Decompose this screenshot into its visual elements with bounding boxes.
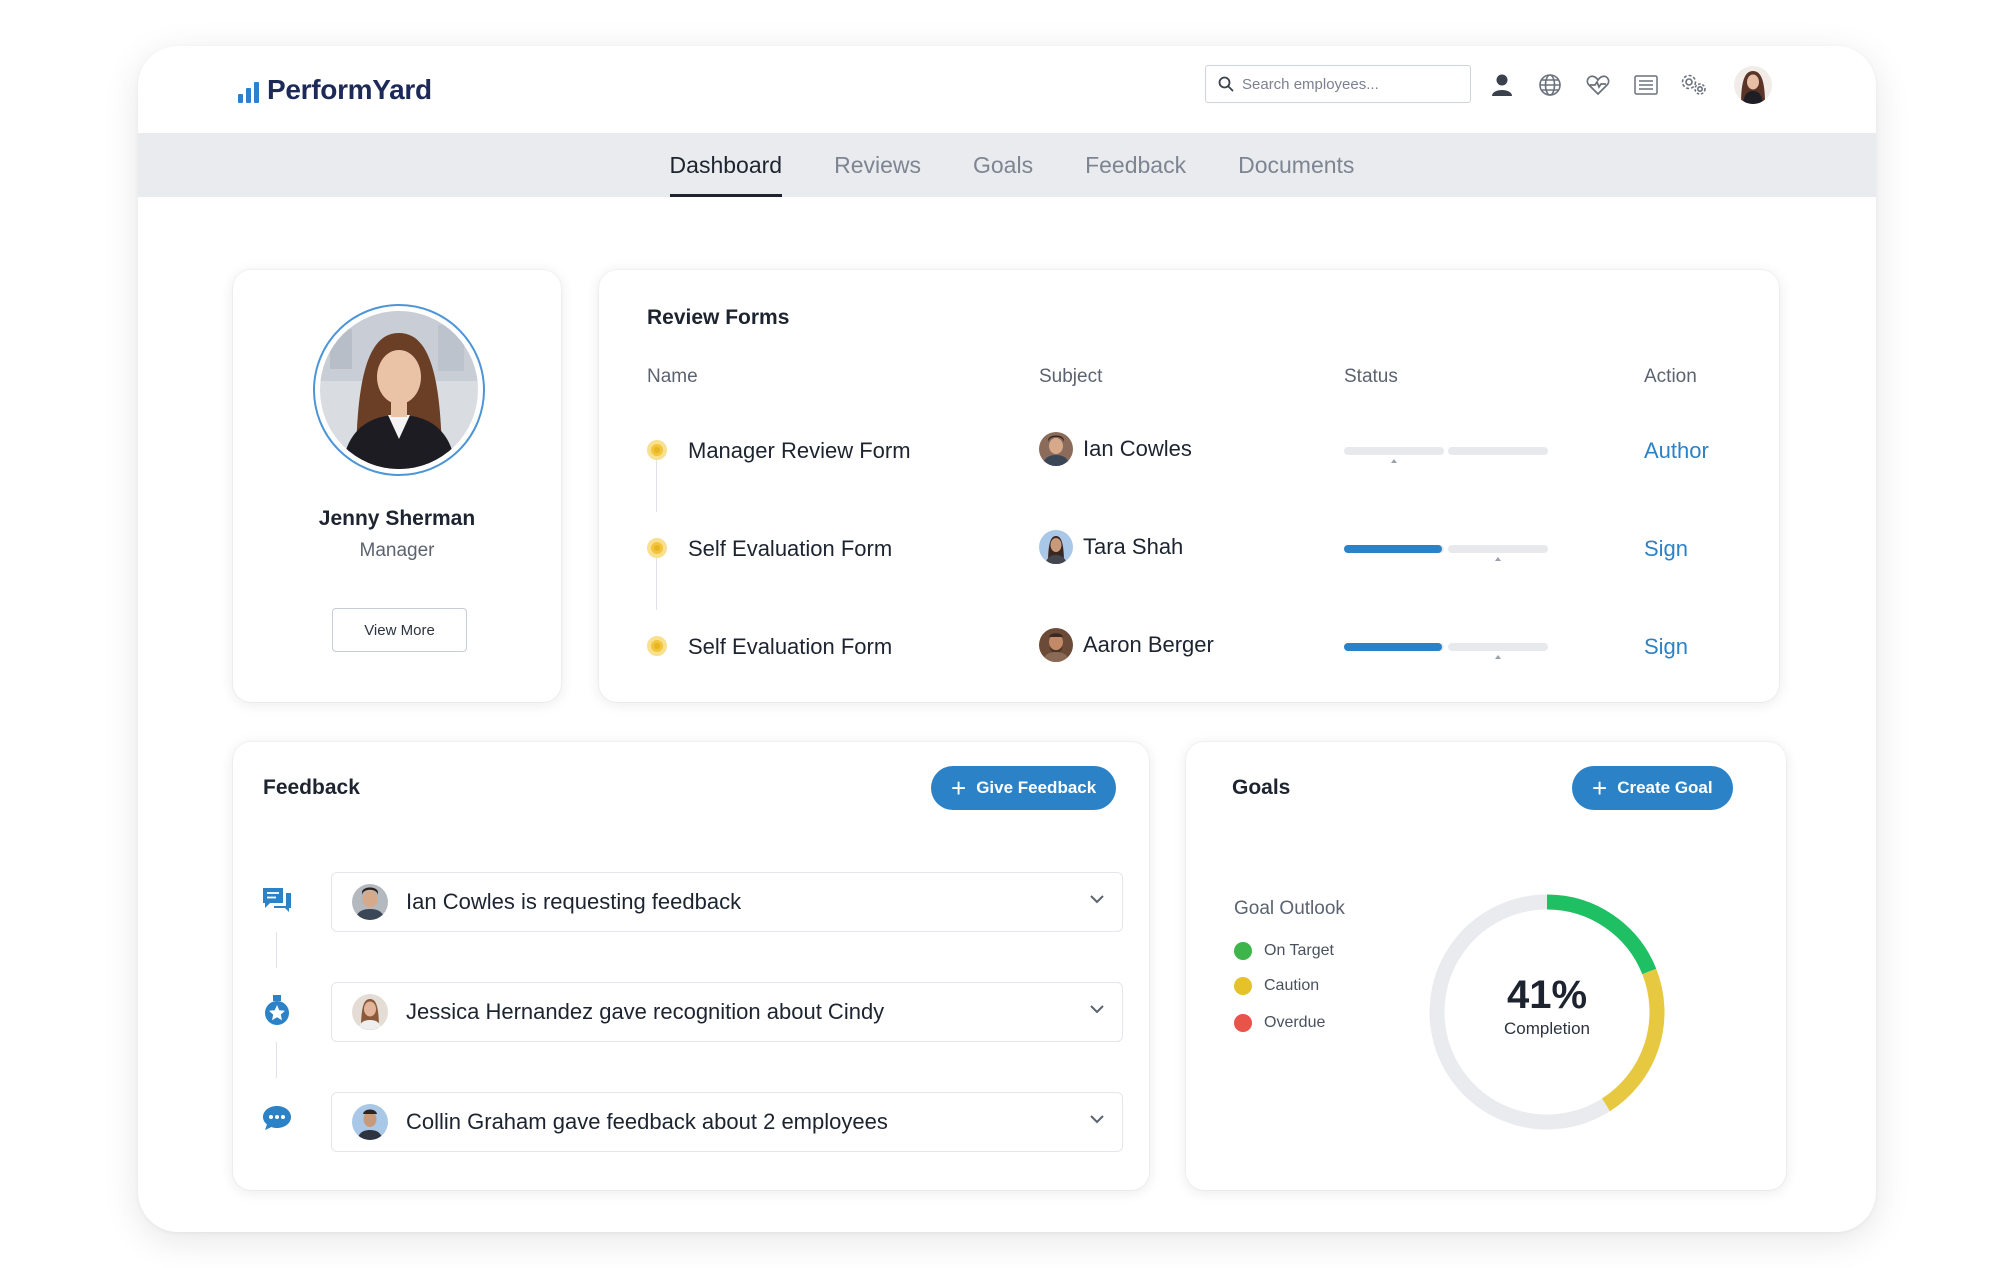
create-goal-label: Create Goal	[1617, 778, 1713, 797]
legend-label: On Target	[1264, 942, 1334, 959]
sign-link[interactable]: Sign	[1644, 536, 1688, 562]
search-icon	[1218, 76, 1234, 92]
sign-link[interactable]: Sign	[1644, 634, 1688, 660]
subject-cell: Aaron Berger	[1039, 628, 1214, 662]
donut-center: 41% Completion	[1422, 973, 1672, 1039]
avatar	[352, 994, 388, 1030]
logo-bars-icon	[238, 77, 259, 103]
feedback-text: Jessica Hernandez gave recognition about…	[406, 999, 885, 1024]
subject-name: Ian Cowles	[1083, 436, 1192, 461]
form-name[interactable]: Manager Review Form	[688, 438, 911, 464]
tab-feedback[interactable]: Feedback	[1059, 133, 1212, 197]
profile-role: Manager	[359, 540, 435, 561]
tab-documents[interactable]: Documents	[1212, 133, 1380, 197]
view-more-button[interactable]: View More	[332, 608, 467, 652]
feedback-text: Ian Cowles is requesting feedback	[406, 889, 742, 914]
goal-outlook-title: Goal Outlook	[1234, 898, 1345, 919]
status-dot-icon	[647, 440, 667, 460]
top-header: PerformYard	[138, 46, 1876, 133]
table-row[interactable]: Self Evaluation Form Aaron Berger Sign	[599, 626, 1779, 666]
feedback-item[interactable]: Ian Cowles is requesting feedback	[331, 872, 1123, 932]
subject-name: Aaron Berger	[1083, 632, 1214, 657]
legend-swatch	[1234, 977, 1252, 995]
review-forms-title: Review Forms	[647, 306, 790, 329]
goals-title: Goals	[1232, 776, 1291, 799]
legend-on-target: On Target	[1234, 942, 1334, 960]
avatar	[352, 1104, 388, 1140]
brand-name: PerformYard	[267, 74, 432, 105]
brand-logo[interactable]: PerformYard	[238, 74, 432, 106]
search-input[interactable]	[1242, 75, 1452, 93]
profile-card: Jenny Sherman Manager View More	[233, 270, 561, 702]
feedback-card: Feedback + Give Feedback Ian Cowles is r…	[233, 742, 1149, 1190]
app-window: PerformYard Search employees... Dashboar…	[138, 46, 1876, 1232]
user-avatar[interactable]	[1734, 66, 1772, 104]
legend-swatch	[1234, 1014, 1252, 1032]
globe-icon[interactable]	[1536, 71, 1564, 99]
feedback-title: Feedback	[263, 776, 360, 799]
column-header-subject: Subject	[1039, 366, 1103, 387]
gears-icon[interactable]	[1680, 71, 1708, 99]
chat-bubbles-icon	[259, 882, 295, 918]
profile-photo	[313, 304, 485, 476]
give-feedback-label: Give Feedback	[976, 778, 1097, 797]
donut-segment-on-target	[1546, 894, 1657, 975]
feedback-text: Collin Graham gave feedback about 2 empl…	[406, 1109, 888, 1134]
column-header-action: Action	[1644, 366, 1697, 387]
create-goal-button[interactable]: + Create Goal	[1572, 766, 1733, 810]
tab-reviews[interactable]: Reviews	[808, 133, 947, 197]
status-dot-icon	[647, 538, 667, 558]
column-header-name: Name	[647, 366, 698, 387]
plus-icon: +	[1592, 773, 1608, 803]
give-feedback-button[interactable]: + Give Feedback	[931, 766, 1117, 810]
table-row[interactable]: Manager Review Form Ian Cowles Author	[599, 430, 1779, 470]
status-progress-bar	[1344, 643, 1548, 659]
feedback-item[interactable]: Collin Graham gave feedback about 2 empl…	[331, 1092, 1123, 1152]
message-dots-icon	[259, 1100, 295, 1136]
completion-percent: 41%	[1506, 973, 1588, 1017]
avatar	[1039, 628, 1073, 662]
main-nav: Dashboard Reviews Goals Feedback Documen…	[138, 133, 1876, 197]
subject-name: Tara Shah	[1083, 534, 1184, 559]
heart-pulse-icon[interactable]	[1584, 71, 1612, 99]
legend-label: Overdue	[1264, 1014, 1326, 1031]
status-dot-icon	[647, 636, 667, 656]
column-header-status: Status	[1344, 366, 1398, 387]
header-icons	[1488, 66, 1772, 104]
legend-overdue: Overdue	[1234, 1014, 1325, 1032]
avatar	[352, 884, 388, 920]
chevron-down-icon[interactable]	[1088, 1003, 1106, 1015]
award-medal-icon	[259, 992, 295, 1028]
goals-card: Goals + Create Goal Goal Outlook On Targ…	[1186, 742, 1786, 1190]
legend-swatch	[1234, 942, 1252, 960]
profile-name: Jenny Sherman	[318, 507, 476, 530]
legend-caution: Caution	[1234, 977, 1319, 995]
review-forms-card: Review Forms Name Subject Status Action …	[599, 270, 1779, 702]
user-icon[interactable]	[1488, 71, 1516, 99]
subject-cell: Ian Cowles	[1039, 432, 1192, 466]
form-name[interactable]: Self Evaluation Form	[688, 634, 892, 660]
avatar	[1039, 432, 1073, 466]
legend-label: Caution	[1264, 977, 1320, 994]
timeline-connector	[276, 1042, 277, 1078]
status-progress-bar	[1344, 545, 1548, 561]
list-icon[interactable]	[1632, 71, 1660, 99]
table-row[interactable]: Self Evaluation Form Tara Shah Sign	[599, 528, 1779, 568]
completion-label: Completion	[1504, 1019, 1590, 1038]
form-name[interactable]: Self Evaluation Form	[688, 536, 892, 562]
plus-icon: +	[951, 773, 967, 803]
author-link[interactable]: Author	[1644, 438, 1709, 464]
search-box[interactable]	[1205, 65, 1471, 103]
feedback-item[interactable]: Jessica Hernandez gave recognition about…	[331, 982, 1123, 1042]
avatar	[1039, 530, 1073, 564]
status-progress-bar	[1344, 447, 1548, 463]
chevron-down-icon[interactable]	[1088, 893, 1106, 905]
timeline-connector	[276, 932, 277, 968]
subject-cell: Tara Shah	[1039, 530, 1183, 564]
chevron-down-icon[interactable]	[1088, 1113, 1106, 1125]
tab-goals[interactable]: Goals	[947, 133, 1059, 197]
tab-dashboard[interactable]: Dashboard	[644, 133, 809, 197]
